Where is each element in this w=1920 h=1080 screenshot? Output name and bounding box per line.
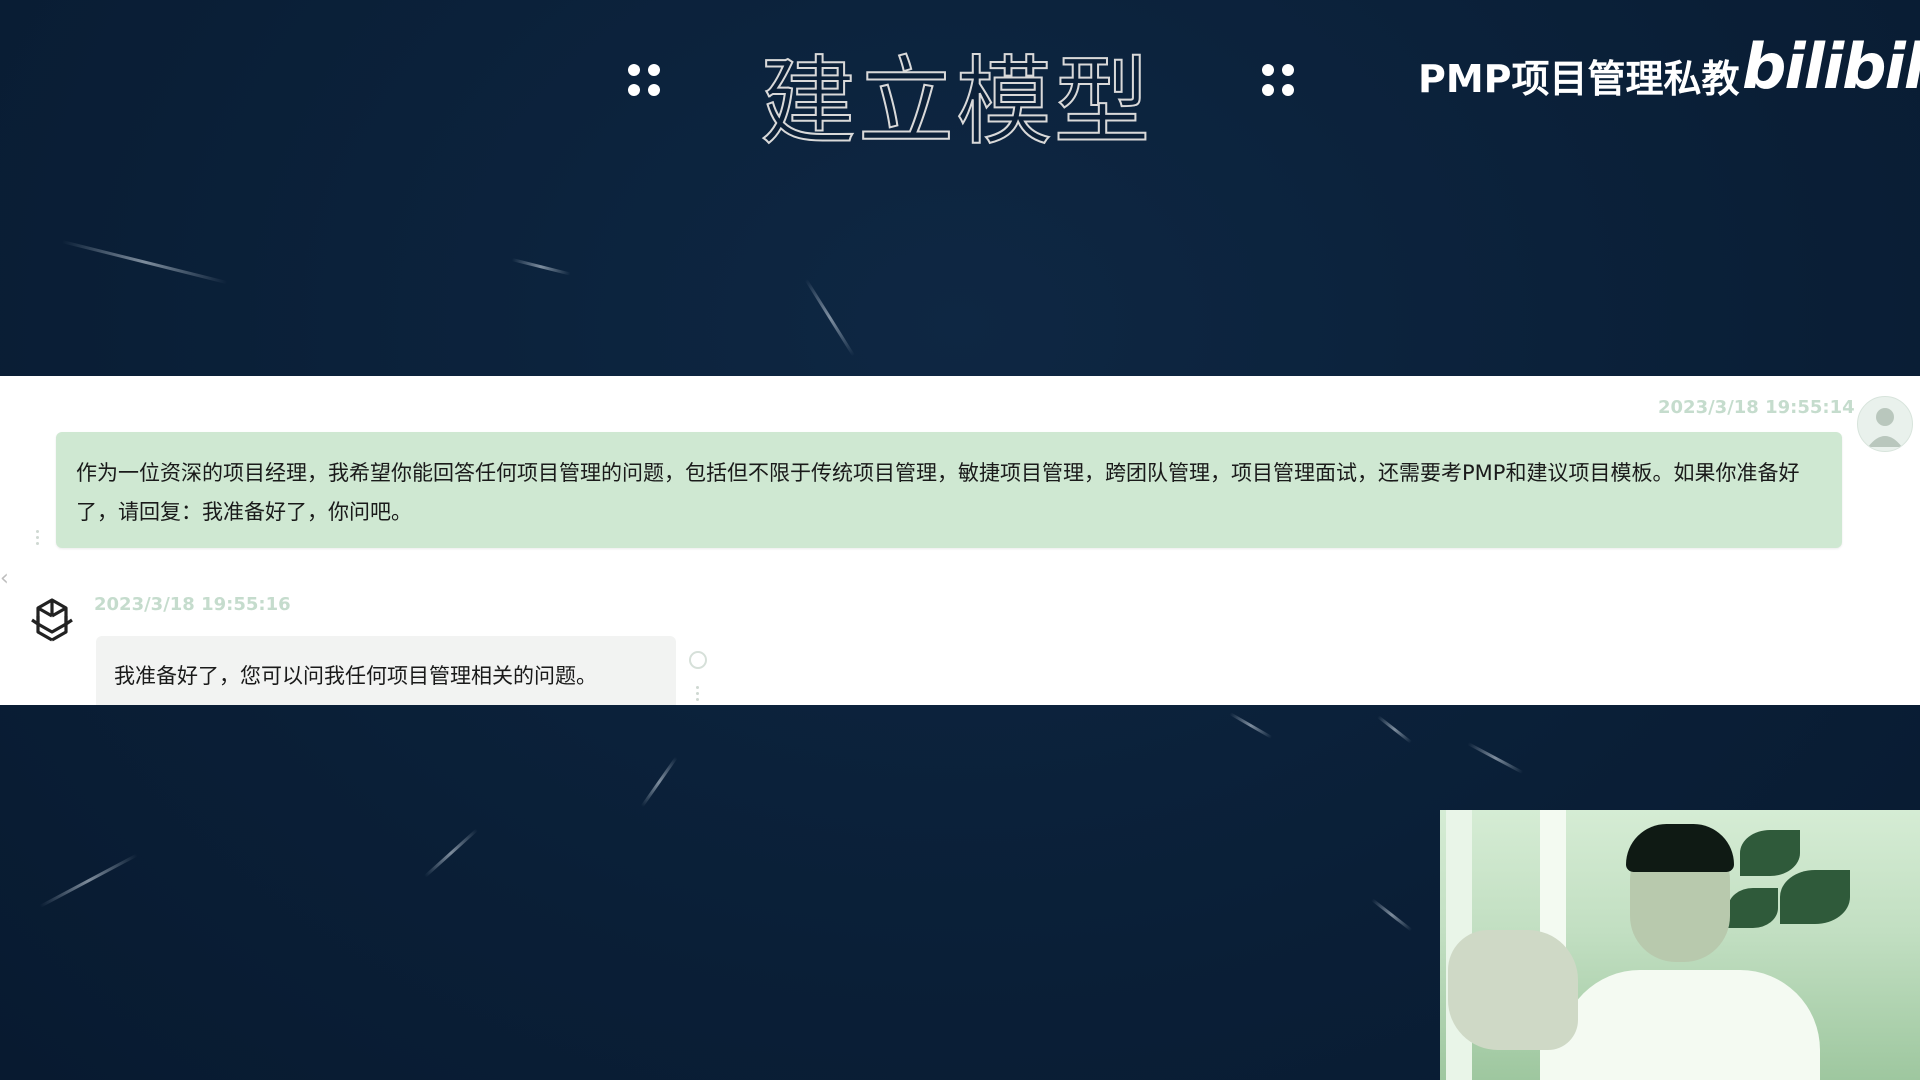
user-avatar-icon[interactable] [1857,396,1913,452]
slide-title: 建立模型 [759,45,1152,159]
background-streak [511,258,571,276]
presenter-shirt [1560,970,1820,1080]
video-frame: 建立模型 PMP项目管理私教 bilibili ‹ 2023/3/18 19:5… [0,0,1920,1080]
user-message-timestamp: 2023/3/18 19:55:14 [1658,397,1855,418]
presenter-webcam [1440,810,1920,1080]
background-streak [1377,715,1413,744]
background-streak [640,756,678,808]
background-streak [61,240,228,285]
background-streak [1467,742,1524,774]
brand-text: PMP项目管理私教 [1418,57,1740,101]
openai-logo-icon [26,594,78,646]
plant-leaf [1728,888,1778,928]
bilibili-logo: bilibili [1742,30,1920,103]
bot-message-timestamp: 2023/3/18 19:55:16 [94,594,291,615]
user-message-text: 作为一位资深的项目经理，我希望你能回答任何项目管理的问题，包括但不限于传统项目管… [76,461,1800,524]
more-options-icon[interactable] [36,530,40,545]
background-streak [804,278,855,357]
chevron-left-icon[interactable]: ‹ [0,566,9,591]
background-streak [1371,898,1413,932]
user-message-bubble: 作为一位资深的项目经理，我希望你能回答任何项目管理的问题，包括但不限于传统项目管… [56,432,1842,548]
plant-leaf [1780,870,1850,924]
more-options-icon[interactable] [696,686,700,701]
background-streak [1229,712,1273,739]
four-dots-icon [628,64,660,104]
bot-message-bubble: 我准备好了，您可以问我任何项目管理相关的问题。 [96,636,676,705]
chat-panel: ‹ 2023/3/18 19:55:14 作为一位资深的项目经理，我希望你能回答… [0,376,1920,705]
bot-message-text: 我准备好了，您可以问我任何项目管理相关的问题。 [114,664,597,688]
copy-icon[interactable] [689,651,707,669]
plant-leaf [1740,830,1800,876]
presenter-hair [1626,824,1734,872]
four-dots-icon [1262,64,1294,104]
presenter-hand [1448,930,1578,1050]
background-streak [423,828,479,878]
background-streak [39,853,138,908]
